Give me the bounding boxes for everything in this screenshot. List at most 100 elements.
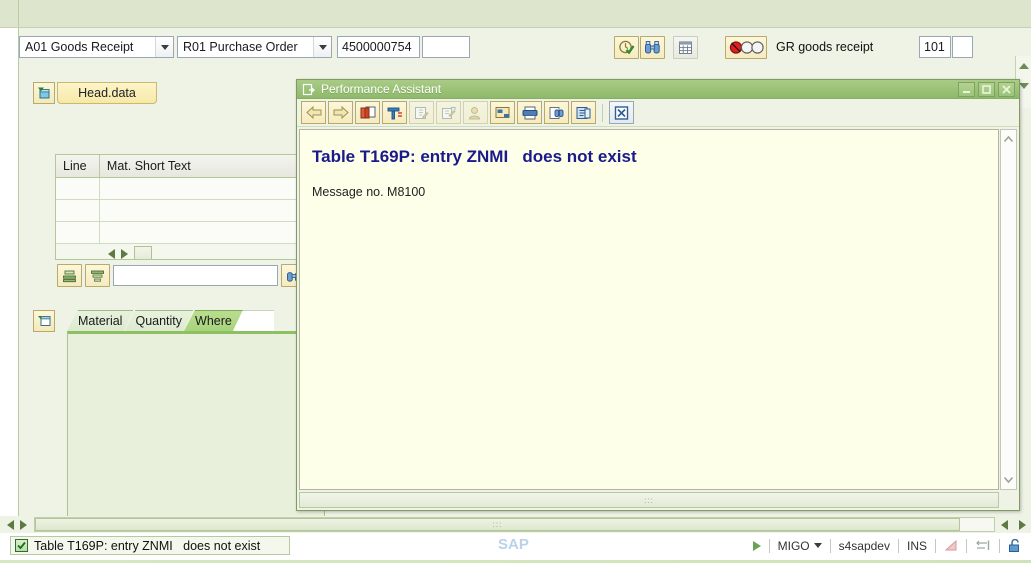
book-icon-button[interactable]	[355, 101, 380, 124]
edit-note-icon-button[interactable]	[409, 101, 434, 124]
scroll-left-icon[interactable]	[1001, 520, 1008, 530]
column-header-line[interactable]: Line	[56, 155, 100, 177]
status-insert-mode[interactable]: INS	[907, 539, 927, 553]
dialog-resize-grip[interactable]: :::	[299, 492, 999, 508]
expand-collapse-icon-button[interactable]	[33, 82, 55, 104]
chevron-down-icon[interactable]	[814, 543, 822, 548]
detail-toggle-icon	[37, 314, 52, 328]
detail-toggle-icon-button[interactable]	[33, 310, 55, 332]
cancel-icon	[614, 106, 629, 120]
document-number-input[interactable]: 4500000754	[337, 36, 420, 58]
note-icon-button[interactable]	[490, 101, 515, 124]
separator	[966, 539, 967, 553]
forward-arrow-icon-button[interactable]	[328, 101, 353, 124]
separator	[769, 539, 770, 553]
arrow-left-icon[interactable]	[108, 249, 115, 259]
toolbar-separator	[602, 104, 603, 122]
clipboard-icon-button[interactable]	[571, 101, 596, 124]
print-icon	[522, 106, 538, 120]
reference-select-value: R01 Purchase Order	[183, 40, 313, 54]
back-arrow-icon-button[interactable]	[301, 101, 326, 124]
tab-where-label: Where	[195, 314, 232, 328]
check-icon-button[interactable]	[614, 36, 639, 59]
separator	[999, 539, 1000, 553]
technical-info-icon-button[interactable]	[382, 101, 407, 124]
traffic-light-icon-button[interactable]	[725, 36, 767, 59]
find-icon	[549, 106, 564, 120]
person-icon-button[interactable]	[463, 101, 488, 124]
separator	[830, 539, 831, 553]
collapse-all-icon-button[interactable]	[85, 264, 110, 287]
hscroll-thumb[interactable]	[134, 246, 152, 261]
cell-line[interactable]	[56, 222, 100, 243]
chevron-up-icon[interactable]	[1003, 134, 1014, 145]
scroll-up-icon[interactable]	[1016, 56, 1031, 76]
close-button[interactable]	[998, 82, 1015, 97]
tab-material-label: Material	[78, 314, 122, 328]
hscroll-track[interactable]: :::	[34, 517, 995, 532]
grip-dots-icon: :::	[644, 498, 654, 503]
cancel-icon-button[interactable]	[609, 101, 634, 124]
traffic-light-icon	[728, 40, 764, 55]
tab-material[interactable]: Material	[67, 310, 133, 331]
head-data-tab[interactable]: Head.data	[57, 82, 157, 104]
arrow-right-icon[interactable]	[121, 249, 128, 259]
chevron-down-icon[interactable]	[1003, 474, 1014, 485]
find-icon-button[interactable]	[544, 101, 569, 124]
tab-quantity[interactable]: Quantity	[124, 310, 193, 331]
cell-line[interactable]	[56, 200, 100, 221]
edit-long-text-icon-button[interactable]	[436, 101, 461, 124]
message-number: Message no. M8100	[312, 185, 425, 199]
filter-input[interactable]	[113, 265, 278, 286]
scroll-left-icon[interactable]	[7, 520, 14, 530]
reference-select[interactable]: R01 Purchase Order	[177, 36, 332, 58]
dialog-title-bar[interactable]: Performance Assistant	[297, 80, 1019, 99]
hscroll-left-buttons[interactable]	[0, 516, 34, 533]
response-time-icon	[975, 539, 991, 552]
close-icon	[1002, 85, 1011, 94]
cell-line[interactable]	[56, 178, 100, 199]
action-select[interactable]: A01 Goods Receipt	[19, 36, 174, 58]
dialog-vertical-scrollbar[interactable]	[1000, 129, 1017, 490]
status-lock[interactable]	[1008, 539, 1023, 553]
performance-assistant-dialog: Performance Assistant	[296, 79, 1020, 511]
calendar-icon-button[interactable]	[673, 36, 698, 59]
expand-collapse-icon	[37, 86, 52, 100]
document-icon	[302, 83, 315, 96]
top-band-inner	[18, 0, 1031, 27]
status-message-box[interactable]: Table T169P: entry ZNMI does not exist	[10, 536, 290, 555]
movement-type-secondary-input[interactable]	[952, 36, 973, 58]
scroll-right-icon[interactable]	[1019, 520, 1026, 530]
calendar-icon	[678, 40, 693, 55]
chevron-down-icon[interactable]	[155, 37, 173, 57]
print-icon-button[interactable]	[517, 101, 542, 124]
status-system[interactable]: s4sapdev	[839, 539, 890, 553]
scroll-right-icon[interactable]	[20, 520, 27, 530]
expand-all-icon-button[interactable]	[57, 264, 82, 287]
movement-type-input[interactable]: 101	[919, 36, 951, 58]
hscroll-thumb[interactable]: :::	[35, 518, 960, 531]
chevron-down-icon[interactable]	[313, 37, 331, 57]
status-signal[interactable]	[944, 539, 958, 552]
minimize-icon	[962, 85, 971, 94]
status-response-time[interactable]	[975, 539, 991, 552]
left-margin-strip	[0, 28, 18, 533]
detail-tab-panel	[67, 331, 325, 534]
hscroll-right-buttons[interactable]	[995, 516, 1031, 533]
maximize-button[interactable]	[978, 82, 995, 97]
binoculars-icon-button[interactable]	[640, 36, 665, 59]
document-number-secondary-input[interactable]	[422, 36, 470, 58]
dialog-window-controls	[958, 82, 1019, 97]
status-bar: Table T169P: entry ZNMI does not exist S…	[0, 533, 1031, 563]
sap-gui-window: A01 Goods Receipt R01 Purchase Order 450…	[0, 0, 1031, 563]
tab-where[interactable]: Where	[184, 310, 243, 331]
check-icon	[618, 39, 635, 56]
status-transaction[interactable]: MIGO	[778, 539, 822, 553]
expand-all-icon	[62, 269, 77, 283]
success-check-icon	[15, 539, 28, 552]
status-transaction-label: MIGO	[778, 539, 810, 553]
forward-arrow-icon	[333, 106, 349, 119]
main-horizontal-scrollbar[interactable]: :::	[0, 516, 1031, 533]
top-band	[0, 0, 1031, 28]
minimize-button[interactable]	[958, 82, 975, 97]
